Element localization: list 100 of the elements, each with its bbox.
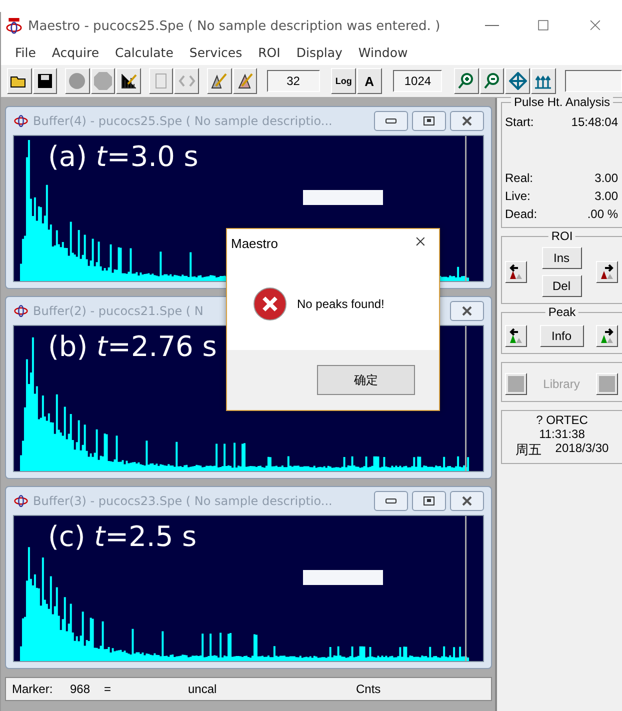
menu-item[interactable]: File: [7, 45, 44, 60]
weekday: 周五: [515, 441, 542, 459]
restore-icon: [423, 116, 435, 126]
previous-peak-button[interactable]: [505, 325, 527, 347]
peak-icon: [236, 72, 254, 90]
zoom-out-icon: [482, 72, 501, 90]
library-label: Library: [543, 377, 580, 391]
stop-button[interactable]: [90, 68, 116, 94]
square-icon: [508, 376, 524, 392]
maximize-icon: [537, 19, 551, 33]
save-icon: [37, 73, 54, 89]
insert-button[interactable]: Ins: [542, 247, 582, 269]
plot-label: (b) t=2.76 s: [48, 330, 217, 363]
vertical-scale-field[interactable]: 32: [266, 70, 320, 92]
menu-item[interactable]: Acquire: [44, 45, 108, 60]
menu-item[interactable]: Calculate: [107, 45, 182, 60]
zoom-in-icon: [457, 72, 476, 90]
error-icon: [253, 286, 287, 320]
close-button[interactable]: [450, 301, 484, 321]
previous-roi-button[interactable]: [505, 261, 527, 283]
close-icon: [589, 19, 603, 33]
peak-right-icon: [598, 327, 616, 345]
menu-item[interactable]: ROI: [250, 45, 288, 60]
equals-sign: =: [104, 682, 112, 696]
close-button[interactable]: [450, 111, 484, 131]
arrows-icon: [178, 74, 196, 88]
window-title: Buffer(4) - pucocs25.Spe ( No sample descriptio...: [33, 114, 332, 128]
plot-label: (a) t=3.0 s: [48, 140, 198, 173]
bar-chart-icon: [120, 72, 138, 90]
dialog-message: No peaks found!: [297, 296, 384, 310]
ok-button[interactable]: 确定: [317, 365, 415, 395]
record-button[interactable]: [65, 68, 90, 94]
energy-value: uncal: [188, 682, 218, 696]
app-logo-icon: [5, 18, 23, 34]
marker-label: Marker:: [12, 682, 54, 696]
minimize-icon: [385, 497, 397, 505]
menu-item[interactable]: Services: [181, 45, 250, 60]
crosshair-icon: [508, 72, 527, 90]
auto-scale-button[interactable]: A: [356, 68, 382, 94]
start-value: 15:48:04: [571, 115, 618, 129]
next-peak-button[interactable]: [596, 325, 618, 347]
dialog-title: Maestro: [231, 236, 278, 250]
next-library-button[interactable]: [596, 373, 618, 395]
input-field[interactable]: [565, 70, 622, 92]
time-label: Real:: [505, 171, 534, 185]
previous-library-button[interactable]: [505, 373, 527, 395]
next-roi-button[interactable]: [596, 261, 618, 283]
document-button[interactable]: [148, 68, 174, 94]
time-label: Live:: [505, 189, 530, 203]
stop-icon: [93, 71, 114, 91]
units-label: Cnts: [356, 682, 382, 696]
window-title: Buffer(2) - pucocs21.Spe ( N: [33, 304, 204, 318]
restore-icon: [423, 496, 435, 506]
zoom-in-button[interactable]: [454, 68, 478, 94]
circle-icon: [68, 72, 86, 90]
arrows-button[interactable]: [174, 68, 200, 94]
square-icon: [599, 376, 615, 392]
time-value: 3.00: [594, 171, 618, 185]
open-folder-button[interactable]: [7, 68, 32, 94]
clock-date: 2018/3/30: [555, 441, 609, 457]
minimize-icon: [385, 117, 397, 125]
menu-item[interactable]: Display: [288, 45, 350, 60]
group-title: Pulse Ht. Analysis: [510, 95, 614, 109]
minimize-button[interactable]: [374, 491, 408, 511]
close-icon: [461, 496, 473, 506]
peak-left-icon: [507, 263, 525, 281]
delete-button[interactable]: Del: [542, 275, 582, 297]
minimize-button[interactable]: [374, 111, 408, 131]
start-label: Start:: [505, 115, 534, 129]
group-title: Peak: [545, 305, 579, 319]
restore-button[interactable]: [412, 111, 446, 131]
close-icon: [461, 306, 473, 316]
close-button[interactable]: [450, 491, 484, 511]
app-logo-icon: [13, 494, 29, 508]
time-value: 3.00: [594, 189, 618, 203]
marker-value: 968: [70, 682, 92, 696]
app-logo-icon: [13, 304, 29, 318]
horizontal-scale-field[interactable]: 1024: [393, 70, 442, 92]
detector-name: ? ORTEC: [536, 413, 588, 427]
baseline-button[interactable]: [530, 68, 556, 94]
time-label: Dead:: [505, 207, 538, 221]
zoom-out-button[interactable]: [480, 68, 504, 94]
spectrum-chart-button[interactable]: [116, 68, 142, 94]
time-value: .00 %: [587, 207, 618, 221]
save-button[interactable]: [32, 68, 58, 94]
peak-marker-button[interactable]: [206, 68, 232, 94]
menu-item[interactable]: Window: [350, 45, 416, 60]
info-button[interactable]: Info: [540, 325, 584, 347]
close-icon: [461, 116, 473, 126]
peak-marker-button[interactable]: [232, 68, 258, 94]
app-logo-icon: [13, 114, 29, 128]
log-button[interactable]: Log: [331, 68, 356, 94]
peak-left-icon: [507, 327, 525, 345]
clock-time: 11:31:38: [539, 427, 585, 441]
group-title: ROI: [548, 229, 576, 243]
center-button[interactable]: [505, 68, 530, 94]
peak-right-icon: [598, 263, 616, 281]
window-title: Buffer(3) - pucocs23.Spe ( No sample descriptio...: [33, 494, 332, 508]
window-title: Maestro - pucocs25.Spe ( No sample description was entered. ): [28, 18, 442, 34]
restore-button[interactable]: [412, 491, 446, 511]
